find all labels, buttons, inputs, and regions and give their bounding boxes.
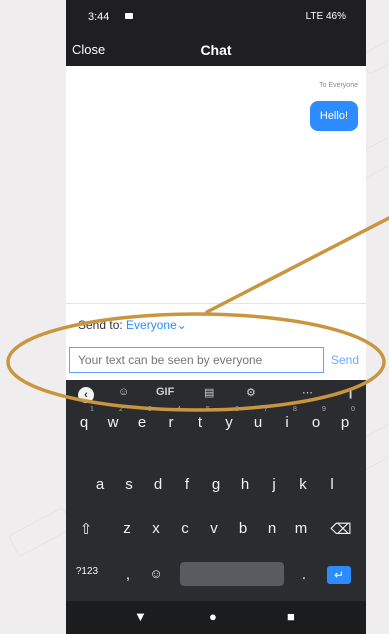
phone-screen: 3:44 LTE 46% Close Chat To Everyone Hell…: [66, 0, 366, 634]
key[interactable]: u: [246, 414, 270, 431]
emoji-key-icon[interactable]: ☺: [144, 566, 168, 581]
key[interactable]: o: [304, 414, 328, 431]
key[interactable]: j: [262, 476, 286, 493]
send-to-label: Send to:: [78, 318, 123, 332]
more-button[interactable]: ⋯: [302, 386, 313, 399]
status-signals: LTE 46%: [305, 11, 346, 22]
status-bar: 3:44 LTE 46%: [66, 0, 366, 34]
navigation-bar: ▼ ● ■: [66, 601, 366, 634]
comma-key[interactable]: ,: [116, 566, 140, 583]
key[interactable]: w: [101, 414, 125, 431]
key[interactable]: r: [159, 414, 183, 431]
key[interactable]: f: [175, 476, 199, 493]
symbols-key[interactable]: ?123: [72, 566, 102, 577]
key-hint: 8: [293, 406, 297, 413]
send-to-row: Send to: Everyone⌄: [78, 318, 187, 332]
key[interactable]: p: [333, 414, 357, 431]
backspace-icon[interactable]: ⌫: [329, 520, 353, 538]
key[interactable]: m: [289, 520, 313, 537]
message-recipient: To Everyone: [319, 82, 358, 89]
key-hint: 9: [322, 406, 326, 413]
recipient-dropdown[interactable]: Everyone: [126, 318, 177, 332]
key-hint: 2: [119, 406, 123, 413]
keyboard: ‹ ☺ GIF ▤ ⚙ ⋯ ❙ 1 2 3 4 5 6 7 8 9 0 q w …: [66, 380, 366, 634]
keyboard-toolbar: ‹ ☺ GIF ▤ ⚙ ⋯ ❙: [66, 380, 366, 410]
mic-icon[interactable]: ❙: [346, 386, 355, 399]
key[interactable]: t: [188, 414, 212, 431]
message-bubble: Hello!: [309, 101, 358, 131]
key[interactable]: k: [291, 476, 315, 493]
key[interactable]: l: [320, 476, 344, 493]
clipboard-icon[interactable]: ▤: [204, 386, 214, 399]
space-key[interactable]: [180, 562, 284, 586]
key[interactable]: n: [260, 520, 284, 537]
key-hint: 1: [90, 406, 94, 413]
gear-icon[interactable]: ⚙: [246, 386, 256, 399]
video-icon: [125, 13, 133, 19]
key-hint: 0: [351, 406, 355, 413]
key-hint: 3: [148, 406, 152, 413]
key[interactable]: i: [275, 414, 299, 431]
key[interactable]: g: [204, 476, 228, 493]
key[interactable]: q: [72, 414, 96, 431]
key[interactable]: b: [231, 520, 255, 537]
key-hint: 6: [235, 406, 239, 413]
page-title: Chat: [200, 42, 232, 58]
emoji-icon[interactable]: ☺: [118, 386, 129, 398]
key[interactable]: h: [233, 476, 257, 493]
message-input[interactable]: [69, 347, 324, 373]
key[interactable]: x: [144, 520, 168, 537]
key[interactable]: e: [130, 414, 154, 431]
divider: [66, 303, 366, 304]
shift-icon[interactable]: ⇧: [74, 520, 98, 538]
recents-nav-icon[interactable]: ■: [287, 609, 295, 624]
key-hint: 4: [177, 406, 181, 413]
period-key[interactable]: .: [292, 566, 316, 583]
key[interactable]: s: [117, 476, 141, 493]
key[interactable]: z: [115, 520, 139, 537]
back-nav-icon[interactable]: ▼: [134, 609, 147, 624]
home-nav-icon[interactable]: ●: [209, 609, 217, 624]
chevron-down-icon[interactable]: ⌄: [177, 318, 187, 332]
send-button[interactable]: Send: [327, 347, 363, 373]
key-hint: 5: [206, 406, 210, 413]
key[interactable]: y: [217, 414, 241, 431]
key[interactable]: c: [173, 520, 197, 537]
status-time: 3:44: [88, 11, 110, 23]
key[interactable]: a: [88, 476, 112, 493]
gif-button[interactable]: GIF: [156, 386, 174, 398]
back-icon[interactable]: ‹: [78, 387, 94, 403]
key[interactable]: v: [202, 520, 226, 537]
background-decoration: [7, 506, 75, 558]
key-hint: 7: [264, 406, 268, 413]
message-list: To Everyone Hello!: [66, 66, 366, 303]
chat-header: Close Chat: [66, 34, 366, 66]
key[interactable]: d: [146, 476, 170, 493]
composer: Send: [66, 344, 366, 376]
enter-icon[interactable]: ↵: [327, 566, 351, 584]
